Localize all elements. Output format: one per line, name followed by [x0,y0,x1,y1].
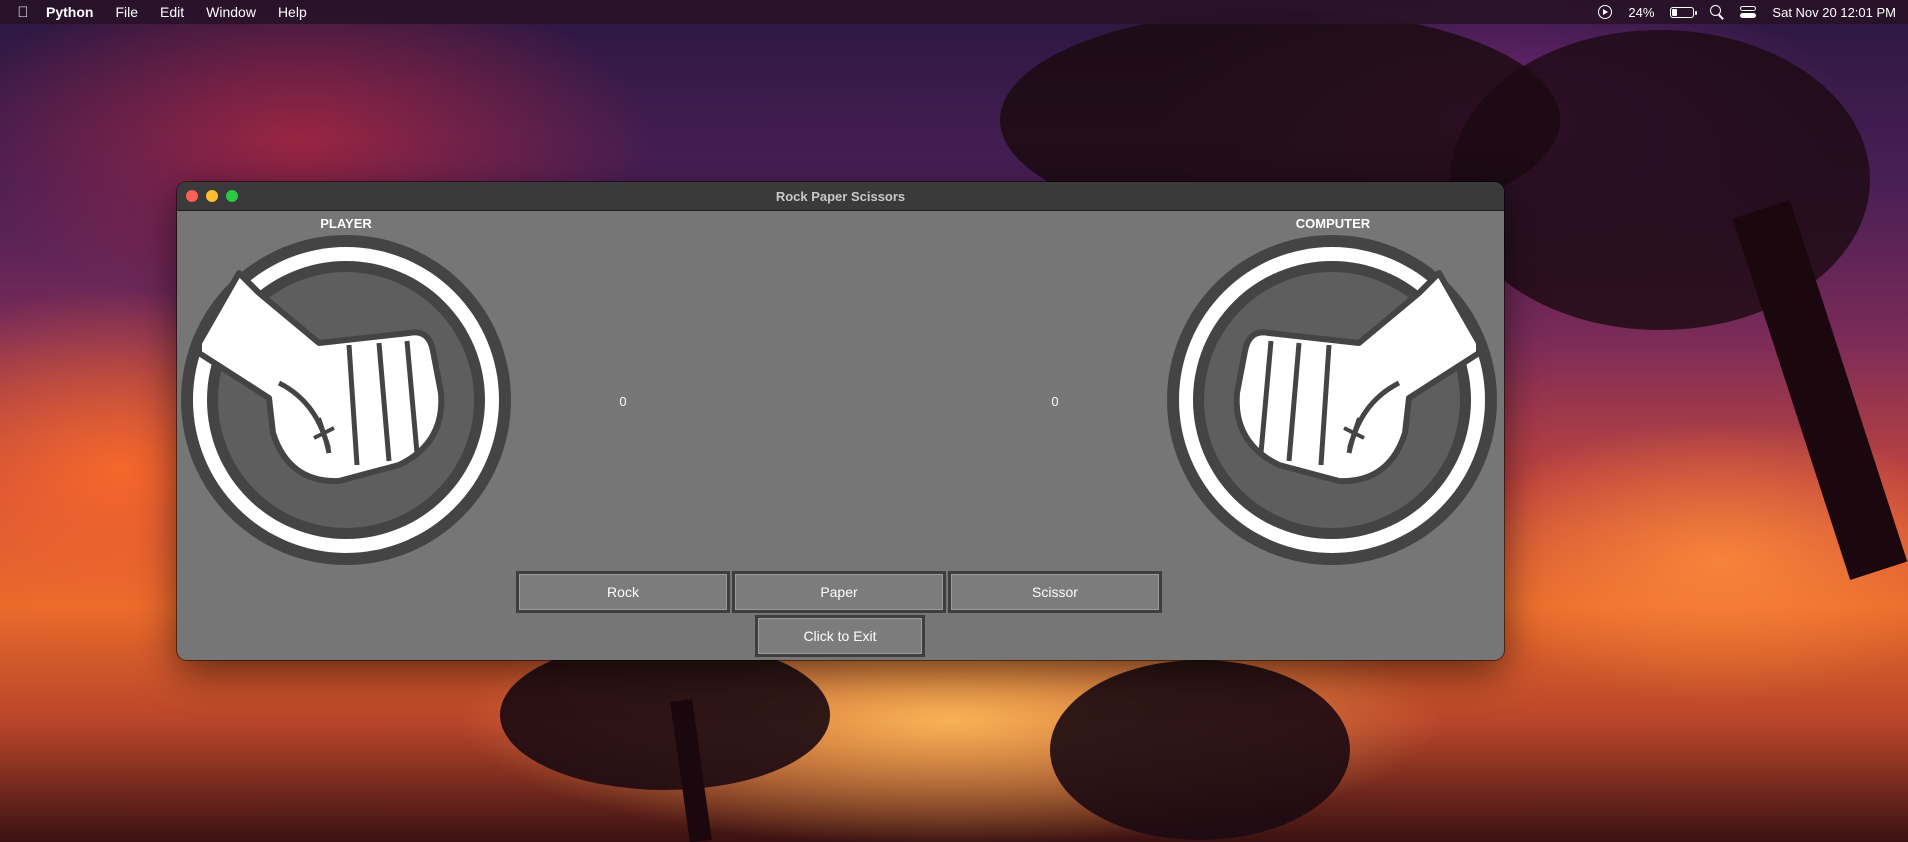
game-area: PLAYER COMPUTER 0 0 Rock Paper Scissor C… [177,211,1504,660]
control-center-icon[interactable] [1740,5,1757,19]
battery-percent: 24% [1628,4,1655,20]
menu-file[interactable]: File [115,4,138,20]
now-playing-icon[interactable] [1598,5,1613,19]
battery-icon[interactable] [1670,6,1698,18]
menu-clock[interactable]: Sat Nov 20 12:01 PM [1772,5,1896,20]
paper-button[interactable]: Paper [732,571,946,613]
tree-silhouette [1050,660,1350,840]
menu-edit[interactable]: Edit [160,4,184,20]
computer-score: 0 [1051,394,1059,409]
menu-window[interactable]: Window [206,4,256,20]
game-window: Rock Paper Scissors PLAYER COMPUTER 0 0 … [177,182,1504,660]
menu-bar:  Python File Edit Window Help 24% Sat N… [0,0,1908,24]
close-window-button[interactable] [186,190,198,202]
tree-silhouette [500,640,830,790]
computer-label: COMPUTER [1295,216,1371,231]
window-title: Rock Paper Scissors [775,188,906,204]
spotlight-search-icon[interactable] [1710,5,1724,19]
exit-button[interactable]: Click to Exit [755,615,925,657]
rock-button[interactable]: Rock [516,571,730,613]
zoom-window-button[interactable] [226,190,238,202]
apple-icon[interactable]:  [0,4,46,21]
computer-rock-hand-icon [1167,235,1497,565]
window-titlebar[interactable]: Rock Paper Scissors [177,182,1504,211]
scissor-button[interactable]: Scissor [948,571,1162,613]
menu-app-name[interactable]: Python [46,4,93,20]
player-rock-hand-icon [181,235,511,565]
menu-help[interactable]: Help [278,4,307,20]
player-label: PLAYER [320,216,372,231]
player-score: 0 [619,394,627,409]
minimize-window-button[interactable] [206,190,218,202]
